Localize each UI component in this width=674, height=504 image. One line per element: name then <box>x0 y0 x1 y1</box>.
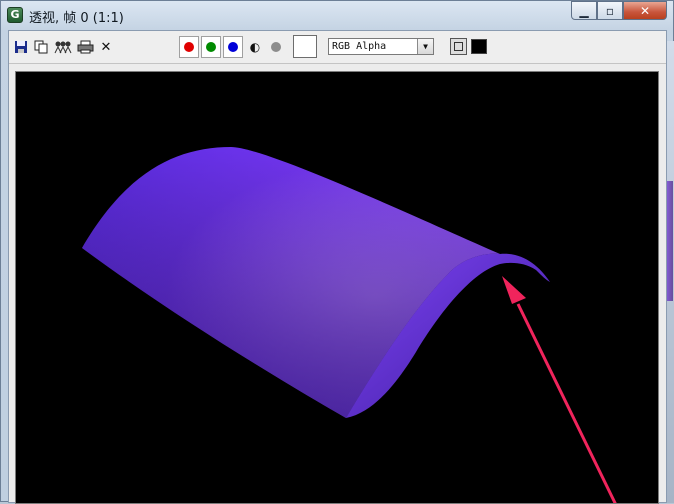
curved-surface-shade <box>82 147 500 418</box>
channel-display-value: RGB Alpha <box>332 41 387 52</box>
window-title: 透视, 帧 0 (1:1) <box>29 11 124 26</box>
window-controls: ▁ ▫ ✕ <box>571 1 667 21</box>
background-window-edge <box>667 41 674 503</box>
green-channel-icon <box>206 42 216 52</box>
annotation-arrow-head <box>502 276 526 304</box>
channel-display-select[interactable]: RGB Alpha ▼ <box>328 38 434 55</box>
blue-channel-button[interactable] <box>223 36 243 58</box>
display-frame-button[interactable] <box>450 38 467 55</box>
alpha-channel-button[interactable] <box>268 39 284 55</box>
color-swatch[interactable] <box>293 35 317 58</box>
rendered-frame-window: G 透视, 帧 0 (1:1) ▁ ▫ ✕ ✕ ◐ RGB Alpha ▼ <box>0 0 674 504</box>
print-icon[interactable] <box>76 39 94 55</box>
chevron-down-icon[interactable]: ▼ <box>417 39 433 54</box>
save-icon[interactable] <box>13 39 29 55</box>
frame-panel: ✕ ◐ RGB Alpha ▼ <box>8 30 667 504</box>
monochrome-icon[interactable]: ◐ <box>247 39 263 55</box>
rendered-image <box>82 147 617 503</box>
close-button[interactable]: ✕ <box>623 1 667 20</box>
blue-channel-icon <box>228 42 238 52</box>
annotation-arrow-shaft <box>516 303 617 503</box>
minimize-button[interactable]: ▁ <box>571 1 597 20</box>
red-channel-icon <box>184 42 194 52</box>
background-color-button[interactable] <box>471 39 487 54</box>
clone-icon[interactable] <box>53 39 73 55</box>
render-viewport <box>15 71 659 504</box>
app-icon[interactable]: G <box>7 7 23 23</box>
clear-icon[interactable]: ✕ <box>98 39 114 55</box>
title-bar[interactable]: G 透视, 帧 0 (1:1) ▁ ▫ ✕ <box>1 1 673 29</box>
copy-icon[interactable] <box>33 39 49 55</box>
red-channel-button[interactable] <box>179 36 199 58</box>
alpha-channel-icon <box>271 42 281 52</box>
toolbar: ✕ ◐ RGB Alpha ▼ <box>9 31 666 64</box>
maximize-button[interactable]: ▫ <box>597 1 623 20</box>
green-channel-button[interactable] <box>201 36 221 58</box>
